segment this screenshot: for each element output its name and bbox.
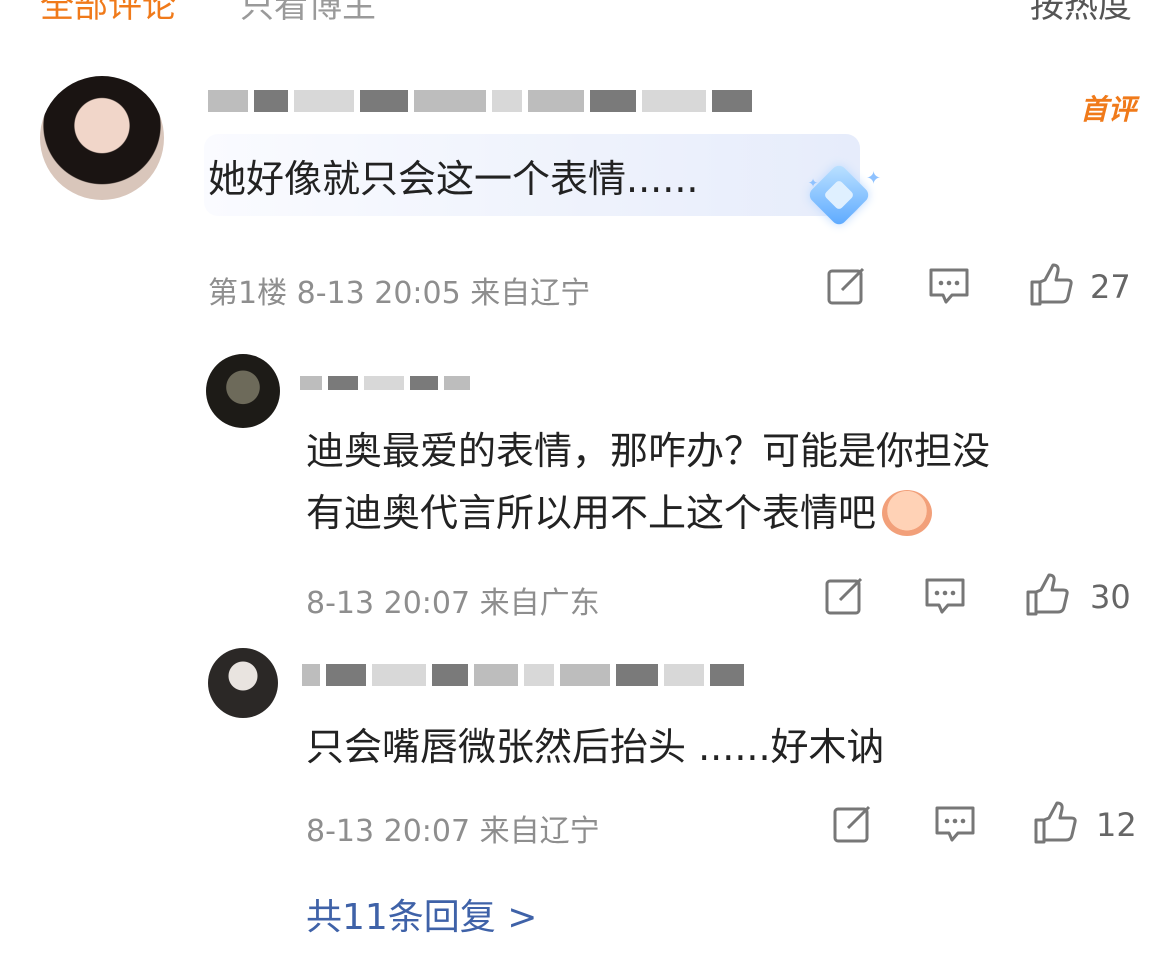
floor-number: 第1楼 — [208, 276, 288, 311]
location: 来自辽宁 — [470, 276, 591, 311]
grin-emoji-icon — [882, 490, 933, 536]
comment-text: 迪奥最爱的表情，那咋办？可能是你担没 有迪奥代言所以用不上这个表情吧 — [306, 420, 990, 544]
comment-icon[interactable] — [928, 266, 970, 306]
like-count: 27 — [1090, 268, 1131, 306]
username-blurred[interactable] — [302, 662, 744, 688]
timestamp: 8-13 20:05 — [296, 276, 461, 311]
sparkle-icon: ✦ — [866, 168, 882, 189]
like-icon[interactable] — [1028, 262, 1074, 308]
like-icon[interactable] — [1024, 572, 1070, 618]
comment-icon[interactable] — [924, 576, 966, 616]
share-icon[interactable] — [826, 266, 868, 306]
username-blurred[interactable] — [300, 370, 470, 396]
comment-text: 她好像就只会这一个表情...... — [208, 157, 699, 201]
timestamp: 8-13 20:07 — [306, 586, 471, 621]
tab-author-only[interactable]: 只看博主 — [240, 0, 376, 27]
comment-meta: 8-13 20:07 来自辽宁 — [306, 806, 600, 850]
comment-meta: 第1楼 8-13 20:05 来自辽宁 — [208, 268, 590, 312]
username-blurred[interactable] — [208, 88, 752, 114]
comment-text-segment: 有迪奥代言所以用不上这个表情吧 — [306, 491, 877, 535]
location: 来自辽宁 — [479, 814, 600, 849]
comment-text-line: 有迪奥代言所以用不上这个表情吧 — [306, 482, 990, 544]
like-icon[interactable] — [1032, 800, 1078, 846]
share-icon[interactable] — [832, 804, 874, 844]
comment-meta: 8-13 20:07 来自广东 — [306, 578, 600, 622]
avatar[interactable] — [206, 354, 280, 428]
timestamp: 8-13 20:07 — [306, 814, 471, 849]
first-comment-badge: 首评 — [1079, 93, 1136, 126]
tab-all-comments[interactable]: 全部评论 — [40, 0, 176, 27]
comment-icon[interactable] — [934, 804, 976, 844]
location: 来自广东 — [479, 586, 600, 621]
like-count: 12 — [1096, 806, 1137, 844]
like-count: 30 — [1090, 578, 1131, 616]
share-icon[interactable] — [824, 576, 866, 616]
comment-text: 只会嘴唇微张然后抬头 ......好木讷 — [306, 725, 885, 769]
sparkle-icon: ✦ — [808, 176, 819, 190]
avatar[interactable] — [208, 648, 278, 718]
more-replies-link[interactable]: 共11条回复 > — [306, 888, 537, 940]
comment-text-line: 迪奥最爱的表情，那咋办？可能是你担没 — [306, 429, 991, 473]
sort-hot-button[interactable]: 按热度 — [1030, 0, 1132, 27]
avatar[interactable] — [40, 76, 164, 200]
